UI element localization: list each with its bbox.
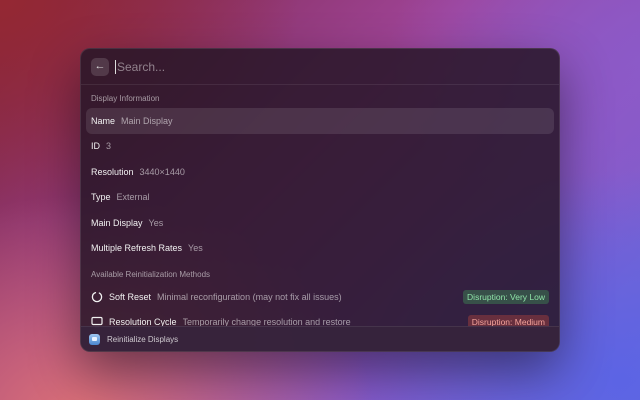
method-title: Soft Reset [109, 291, 152, 302]
item-label: Name [91, 115, 116, 126]
item-value: External [116, 192, 150, 203]
list-content: Display Information Name Main Display ID… [81, 85, 559, 335]
item-value: Main Display [121, 115, 173, 126]
text-caret [115, 59, 116, 74]
item-label: ID [91, 141, 100, 152]
display-app-icon [89, 333, 100, 345]
list-item-soft-reset[interactable]: Soft Reset Minimal reconfiguration (may … [86, 284, 554, 310]
list-item-resolution[interactable]: Resolution 3440×1440 [86, 159, 554, 185]
circle-dashed-icon [91, 291, 103, 303]
footer-title: Reinitialize Displays [107, 334, 179, 344]
list-item-main-display[interactable]: Main Display Yes [86, 210, 554, 236]
search-bar: ← [81, 49, 559, 85]
list-item-name[interactable]: Name Main Display [86, 108, 554, 134]
list-item-type[interactable]: Type External [86, 185, 554, 211]
item-value: Yes [148, 217, 164, 228]
command-window: ← Display Information Name Main Display … [80, 48, 560, 352]
section-header-display-information: Display Information [91, 94, 160, 103]
item-value: Yes [188, 243, 203, 254]
item-value: 3 [106, 141, 112, 152]
item-label: Type [91, 192, 111, 203]
list-item-multiple-refresh-rates[interactable]: Multiple Refresh Rates Yes [86, 236, 554, 262]
back-button[interactable]: ← [91, 57, 109, 76]
search-input[interactable] [117, 59, 549, 74]
item-value: 3440×1440 [139, 166, 185, 177]
section-header-reinitialization-methods: Available Reinitialization Methods [91, 270, 211, 279]
arrow-left-icon: ← [94, 60, 106, 72]
action-footer: Reinitialize Displays [81, 326, 559, 351]
item-label: Multiple Refresh Rates [91, 243, 183, 254]
item-label: Resolution [91, 166, 134, 177]
list-item-id[interactable]: ID 3 [86, 134, 554, 160]
method-description: Minimal reconfiguration (may not fix all… [157, 291, 342, 302]
item-label: Main Display [91, 217, 143, 228]
disruption-badge: Disruption: Very Low [463, 289, 549, 304]
